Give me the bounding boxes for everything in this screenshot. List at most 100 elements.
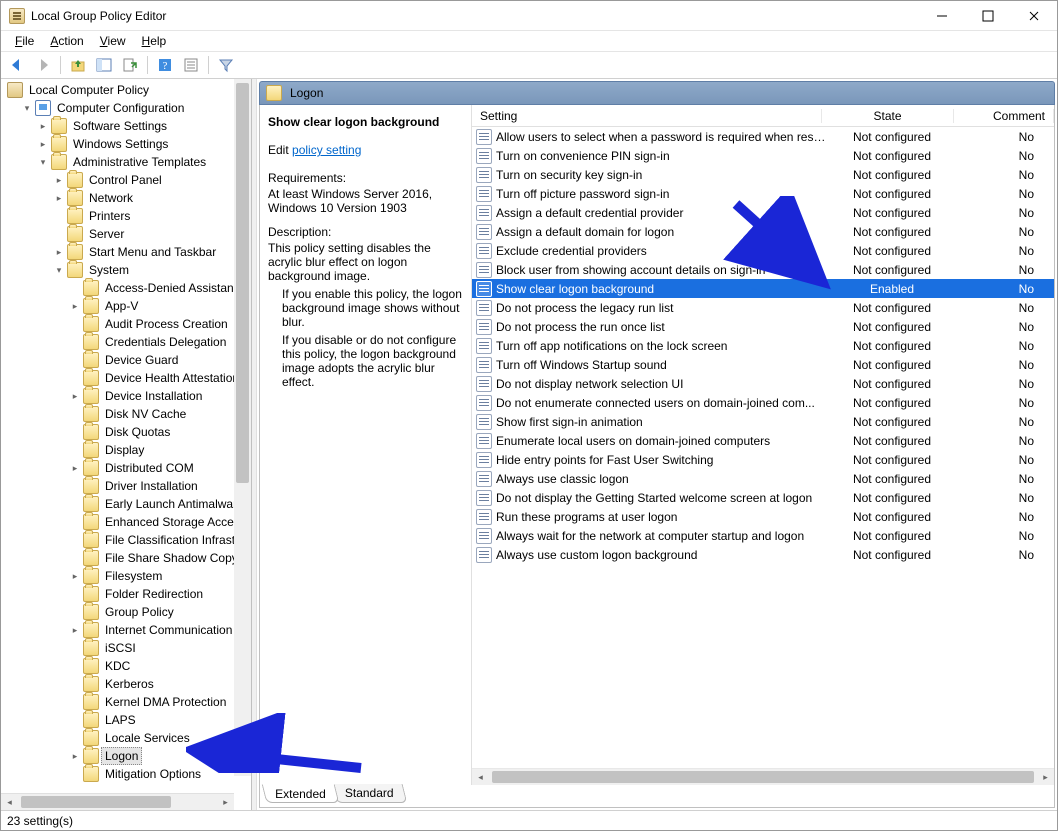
policy-row[interactable]: Do not display network selection UINot c… [472,374,1054,393]
scroll-right-icon[interactable]: ▸ [1037,769,1054,785]
column-comment[interactable]: Comment [954,109,1054,123]
expand-icon[interactable]: ▸ [53,246,65,258]
expand-icon[interactable]: ▸ [53,174,65,186]
edit-policy-link[interactable]: policy setting [292,143,361,157]
scroll-left-icon[interactable]: ◂ [472,769,489,785]
policy-row[interactable]: Show first sign-in animationNot configur… [472,412,1054,431]
scrollbar-thumb[interactable] [236,83,249,483]
scrollbar-thumb[interactable] [492,771,1034,783]
tree-system-child[interactable]: ▸Device Installation [3,387,251,405]
tree-system-child[interactable]: Disk NV Cache [3,405,251,423]
show-hide-tree-button[interactable] [92,54,116,76]
tree-system-child[interactable]: Kerberos [3,675,251,693]
policy-row[interactable]: Turn off picture password sign-inNot con… [472,184,1054,203]
minimize-button[interactable] [919,1,965,30]
tree-system-child[interactable]: Device Guard [3,351,251,369]
policy-row[interactable]: Do not enumerate connected users on doma… [472,393,1054,412]
tree-system-child[interactable]: ▸Filesystem [3,567,251,585]
policy-row[interactable]: Assign a default credential providerNot … [472,203,1054,222]
column-setting[interactable]: Setting [472,109,822,123]
tree-system-child[interactable]: Kernel DMA Protection [3,693,251,711]
tree-system[interactable]: ▾ System [3,261,251,279]
policy-row[interactable]: Always use classic logonNot configuredNo [472,469,1054,488]
policy-row[interactable]: Do not process the legacy run listNot co… [472,298,1054,317]
maximize-button[interactable] [965,1,1011,30]
tree-system-child[interactable]: Credentials Delegation [3,333,251,351]
menu-action[interactable]: Action [42,32,91,50]
export-list-button[interactable] [118,54,142,76]
close-button[interactable] [1011,1,1057,30]
tree-system-child[interactable]: Early Launch Antimalware [3,495,251,513]
tree-system-child[interactable]: Folder Redirection [3,585,251,603]
policy-row[interactable]: Always wait for the network at computer … [472,526,1054,545]
policy-row[interactable]: Show clear logon backgroundEnabledNo [472,279,1054,298]
tree-system-child[interactable]: Enhanced Storage Access [3,513,251,531]
tree-start-menu[interactable]: ▸ Start Menu and Taskbar [3,243,251,261]
tree-system-child[interactable]: Device Health Attestation [3,369,251,387]
tree-system-child[interactable]: Access-Denied Assistance [3,279,251,297]
scrollbar-thumb[interactable] [21,796,171,808]
policy-row[interactable]: Turn on security key sign-inNot configur… [472,165,1054,184]
tree-server[interactable]: Server [3,225,251,243]
tab-standard[interactable]: Standard [331,784,406,803]
properties-button[interactable] [179,54,203,76]
policy-row[interactable]: Always use custom logon backgroundNot co… [472,545,1054,564]
up-folder-button[interactable] [66,54,90,76]
column-state[interactable]: State [822,109,954,123]
tree-software-settings[interactable]: ▸ Software Settings [3,117,251,135]
expand-icon[interactable]: ▸ [37,120,49,132]
tree-system-child[interactable]: Group Policy [3,603,251,621]
policy-row[interactable]: Turn off app notifications on the lock s… [472,336,1054,355]
expand-icon[interactable]: ▸ [53,192,65,204]
scroll-left-icon[interactable]: ◂ [1,794,18,810]
tree-system-child[interactable]: Mitigation Options [3,765,251,783]
expand-icon[interactable]: ▸ [69,624,81,636]
expand-icon[interactable]: ▸ [37,138,49,150]
tree-system-child[interactable]: ▸App-V [3,297,251,315]
policy-row[interactable]: Hide entry points for Fast User Switchin… [472,450,1054,469]
tree-vertical-scrollbar[interactable] [234,79,251,776]
tree-horizontal-scrollbar[interactable]: ◂ ▸ [1,793,234,810]
tree-system-child[interactable]: ▸Distributed COM [3,459,251,477]
menu-view[interactable]: View [92,32,134,50]
collapse-icon[interactable]: ▾ [53,264,65,276]
tree-system-child[interactable]: Disk Quotas [3,423,251,441]
tab-extended[interactable]: Extended [262,784,339,803]
help-button[interactable]: ? [153,54,177,76]
list-horizontal-scrollbar[interactable]: ◂ ▸ [472,768,1054,785]
expand-icon[interactable]: ▸ [69,750,81,762]
menu-help[interactable]: Help [134,32,175,50]
tree-system-child[interactable]: Locale Services [3,729,251,747]
expand-icon[interactable]: ▸ [69,462,81,474]
tree-system-child[interactable]: LAPS [3,711,251,729]
forward-button[interactable] [31,54,55,76]
policy-row[interactable]: Exclude credential providersNot configur… [472,241,1054,260]
policy-row[interactable]: Run these programs at user logonNot conf… [472,507,1054,526]
expand-icon[interactable]: ▸ [69,300,81,312]
tree-system-child[interactable]: Display [3,441,251,459]
collapse-icon[interactable]: ▾ [37,156,49,168]
policy-row[interactable]: Block user from showing account details … [472,260,1054,279]
tree-system-child[interactable]: Driver Installation [3,477,251,495]
policy-tree[interactable]: Local Computer Policy ▾ Computer Configu… [1,79,251,785]
tree-system-child[interactable]: iSCSI [3,639,251,657]
policy-row[interactable]: Turn on convenience PIN sign-inNot confi… [472,146,1054,165]
policy-row[interactable]: Do not process the run once listNot conf… [472,317,1054,336]
back-button[interactable] [5,54,29,76]
policy-row[interactable]: Assign a default domain for logonNot con… [472,222,1054,241]
policy-row[interactable]: Turn off Windows Startup soundNot config… [472,355,1054,374]
tree-system-child[interactable]: File Share Shadow Copy Provider [3,549,251,567]
menu-file[interactable]: File [7,32,42,50]
expand-icon[interactable]: ▸ [69,570,81,582]
policy-row[interactable]: Enumerate local users on domain-joined c… [472,431,1054,450]
policy-row[interactable]: Allow users to select when a password is… [472,127,1054,146]
tree-system-child[interactable]: KDC [3,657,251,675]
tree-windows-settings[interactable]: ▸ Windows Settings [3,135,251,153]
tree-admin-templates[interactable]: ▾ Administrative Templates [3,153,251,171]
expand-icon[interactable]: ▸ [69,390,81,402]
tree-root[interactable]: Local Computer Policy [3,81,251,99]
tree-printers[interactable]: Printers [3,207,251,225]
collapse-icon[interactable]: ▾ [21,102,33,114]
scroll-right-icon[interactable]: ▸ [217,794,234,810]
tree-network[interactable]: ▸ Network [3,189,251,207]
